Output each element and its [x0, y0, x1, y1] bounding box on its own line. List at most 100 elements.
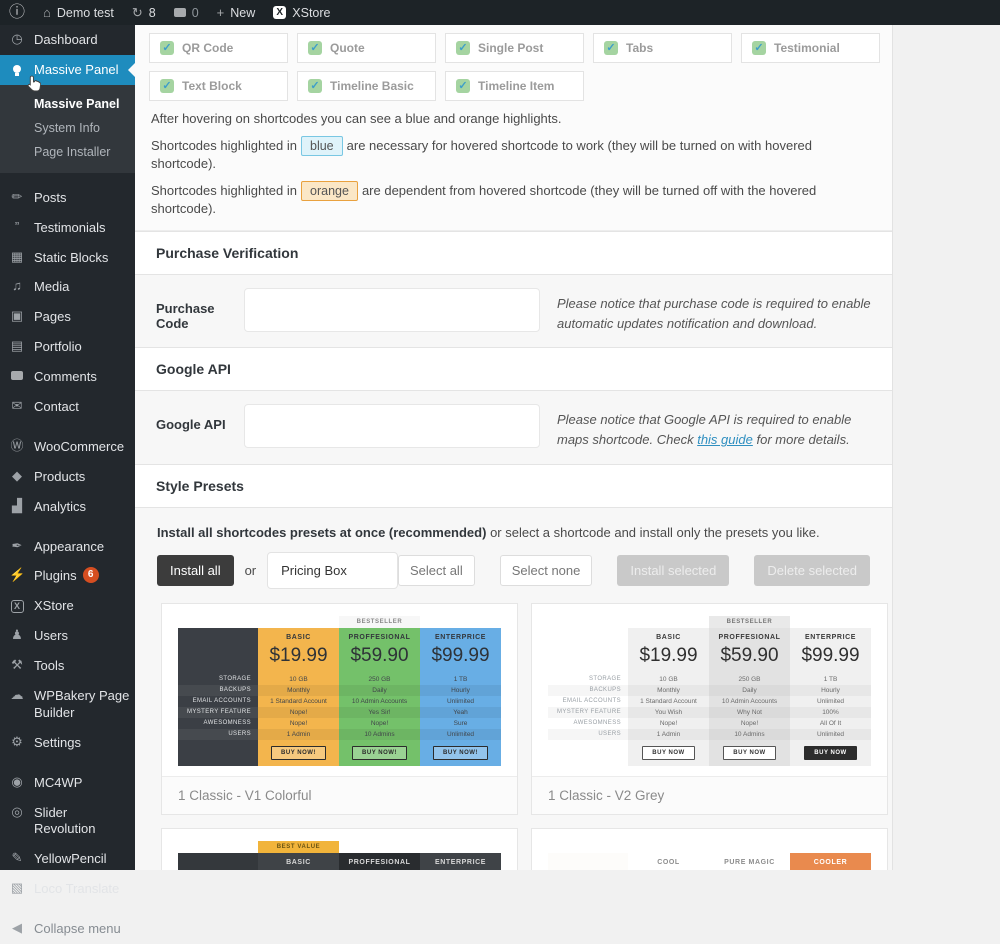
feature-value: Why Not: [709, 706, 790, 718]
pricing-button-spacer: [178, 739, 258, 766]
sidebar-item-slider-revolution[interactable]: ◎ Slider Revolution: [0, 798, 135, 845]
select-all-button[interactable]: Select all: [397, 554, 475, 586]
sidebar-item-static-blocks[interactable]: ▦ Static Blocks: [0, 243, 135, 273]
xstore-menu[interactable]: X XStore: [264, 0, 339, 25]
pricing-header-spacer: [178, 627, 258, 674]
sidebar-item-label: YellowPencil: [34, 851, 107, 867]
sidebar-item-appearance[interactable]: ✒ Appearance: [0, 532, 135, 562]
shortcode-toggle-quote[interactable]: ✓ Quote: [297, 33, 436, 63]
sidebar-item-label: Contact: [34, 399, 79, 415]
plan-header: BASIC$19.99: [628, 627, 709, 674]
checkbox-checked-icon[interactable]: ✓: [308, 41, 322, 55]
checkbox-checked-icon[interactable]: ✓: [308, 79, 322, 93]
preset-preview[interactable]: BESTSELLER BASIC $19.99 PROFFESIONAL $59.90 E…: [162, 604, 517, 776]
sidebar-item-collapse[interactable]: ◀ Collapse menu: [0, 914, 135, 944]
sidebar-item-label: Loco Translate: [34, 881, 120, 897]
sidebar-item-label: Collapse menu: [34, 921, 121, 937]
sidebar-item-tools[interactable]: ⚒ Tools: [0, 651, 135, 681]
shortcode-toggle-timeline-basic[interactable]: ✓ Timeline Basic: [297, 71, 436, 101]
shortcode-toggle-single-post[interactable]: ✓ Single Post: [445, 33, 584, 63]
new-content-menu[interactable]: + New: [208, 0, 265, 25]
sidebar-item-media[interactable]: ♫ Media: [0, 272, 135, 302]
sidebar-item-label: Massive Panel: [34, 61, 119, 77]
sidebar-item-comments[interactable]: Comments: [0, 362, 135, 392]
select-none-button[interactable]: Select none: [499, 554, 593, 586]
purchase-verification-title: Purchase Verification: [135, 231, 892, 275]
feature-value: All Of It: [790, 717, 871, 729]
preset-preview[interactable]: BESTSELLER BASIC $19.99 PROFFESIONAL $59.90 E…: [532, 604, 887, 776]
plugins-count-badge: 6: [82, 567, 99, 584]
sidebar-item-xstore[interactable]: X XStore: [0, 591, 135, 621]
sidebar-item-users[interactable]: ♟ Users: [0, 621, 135, 651]
plan-name: ENTERPRICE: [434, 634, 487, 642]
shortcode-toggle-text-block[interactable]: ✓ Text Block: [149, 71, 288, 101]
shortcode-select[interactable]: Pricing Box: [267, 551, 398, 589]
sidebar-item-contact[interactable]: ✉ Contact: [0, 392, 135, 422]
sidebar-item-plugins[interactable]: ⚡ Plugins 6: [0, 561, 135, 591]
comments-menu[interactable]: 0: [165, 0, 208, 25]
checkbox-checked-icon[interactable]: ✓: [456, 79, 470, 93]
checkbox-checked-icon[interactable]: ✓: [604, 41, 618, 55]
preset-card-3: BEST VALUEBASIC$19.99PROFFESIONAL$59.90E…: [161, 827, 518, 870]
sidebar-item-dashboard[interactable]: ◷ Dashboard: [0, 25, 135, 55]
bestseller-ribbon: BESTSELLER: [339, 615, 420, 628]
feature-label: STORAGE: [588, 676, 621, 683]
checkbox-checked-icon[interactable]: ✓: [752, 41, 766, 55]
checkbox-checked-icon[interactable]: ✓: [456, 41, 470, 55]
feature-value: 250 GB: [339, 673, 420, 685]
sidebar-item-label: Dashboard: [34, 32, 98, 47]
sidebar-item-portfolio[interactable]: ▤ Portfolio: [0, 332, 135, 362]
preset-caption: 1 Classic - V2 Grey: [532, 775, 887, 814]
sidebar-item-massive-panel[interactable]: Massive Panel: [0, 54, 135, 85]
sidebar-item-products[interactable]: ◆ Products: [0, 462, 135, 492]
purchase-code-input[interactable]: [244, 288, 540, 332]
this-guide-link[interactable]: this guide: [697, 432, 753, 447]
feature-value: 250 GB: [709, 673, 790, 685]
xstore-bar-icon: X: [273, 6, 287, 19]
sidebar-item-wpbakery[interactable]: ☁ WPBakery Page Builder: [0, 681, 135, 728]
buy-now-button: BUY NOW: [804, 745, 857, 760]
submenu-item-system-info[interactable]: System Info: [0, 116, 135, 140]
plan-header: BASIC$19.99: [258, 852, 339, 870]
google-api-input[interactable]: [244, 404, 540, 449]
buy-now-button: BUY NOW!: [433, 745, 488, 760]
preset-card-1: BESTSELLER BASIC $19.99 PROFFESIONAL $59.90 E…: [161, 602, 518, 815]
preset-card-4: COOL$49.90PURE MAGIC$199.99COOLER$59.90S…: [531, 827, 888, 870]
sidebar-item-loco-translate[interactable]: ▧ Loco Translate: [0, 874, 135, 904]
wp-logo-menu[interactable]: ⓘ: [0, 0, 34, 25]
shortcode-toggle-timeline-item[interactable]: ✓ Timeline Item: [445, 71, 584, 101]
checkbox-checked-icon[interactable]: ✓: [160, 41, 174, 55]
brush-icon: ✒: [11, 537, 23, 553]
sidebar-item-pages[interactable]: ▣ Pages: [0, 302, 135, 332]
sidebar-item-posts[interactable]: ✏ Posts: [0, 183, 135, 213]
woocommerce-icon: Ⓦ: [10, 437, 24, 453]
shortcode-toggle-tabs[interactable]: ✓ Tabs: [593, 33, 732, 63]
plan-price: $19.99: [639, 645, 698, 667]
sidebar-item-woocommerce[interactable]: Ⓦ WooCommerce: [0, 432, 135, 462]
sidebar-item-label: MC4WP: [34, 774, 83, 790]
install-selected-button[interactable]: Install selected: [617, 554, 730, 586]
submenu-item-massive-panel[interactable]: Massive Panel: [0, 92, 135, 116]
sidebar-item-mc4wp[interactable]: ◉ MC4WP: [0, 768, 135, 798]
sidebar-item-settings[interactable]: ⚙ Settings: [0, 728, 135, 758]
presets-intro: Install all shortcodes presets at once (…: [157, 524, 820, 540]
plan-header: COOL$49.90: [628, 852, 709, 870]
install-all-button[interactable]: Install all: [157, 554, 234, 586]
pricing-header-spacer: [548, 852, 628, 870]
updates-menu[interactable]: ↻ 8: [123, 0, 165, 25]
shortcode-toggle-testimonial[interactable]: ✓ Testimonial: [741, 33, 880, 63]
pricing-table: COOL$49.90PURE MAGIC$199.99COOLER$59.90S…: [548, 852, 871, 870]
preset-cards-grid: BESTSELLER BASIC $19.99 PROFFESIONAL $59.90 E…: [148, 602, 888, 870]
site-name-menu[interactable]: ⌂ Demo test: [34, 0, 123, 25]
shortcode-toggle-qr-code[interactable]: ✓ QR Code: [149, 33, 288, 63]
feature-value: Nope!: [628, 717, 709, 729]
pricing-button-spacer: [548, 740, 628, 766]
sidebar-item-testimonials[interactable]: ” Testimonials: [0, 213, 135, 243]
sidebar-item-label: Pages: [34, 309, 71, 325]
preset-preview[interactable]: BEST VALUEBASIC$19.99PROFFESIONAL$59.90E…: [162, 829, 517, 870]
preset-preview[interactable]: COOL$49.90PURE MAGIC$199.99COOLER$59.90S…: [532, 829, 887, 870]
sidebar-item-analytics[interactable]: ▟ Analytics: [0, 492, 135, 522]
delete-selected-button[interactable]: Delete selected: [754, 554, 870, 586]
submenu-item-page-installer[interactable]: Page Installer: [0, 140, 135, 164]
checkbox-checked-icon[interactable]: ✓: [160, 79, 174, 93]
